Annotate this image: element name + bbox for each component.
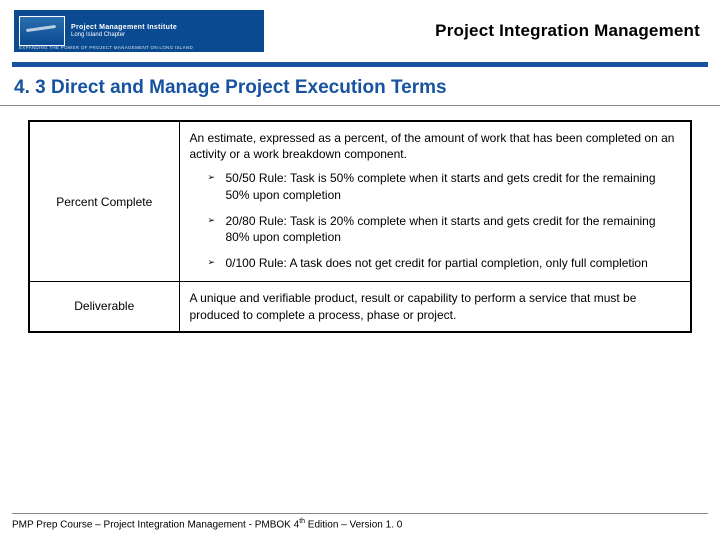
term-definition-text: An estimate, expressed as a percent, of …: [190, 130, 681, 162]
logo-tagline: EXPANDING THE POWER OF PROJECT MANAGEMEN…: [19, 45, 193, 50]
section-heading: 4. 3 Direct and Manage Project Execution…: [0, 67, 720, 105]
terms-table: Percent Complete An estimate, expressed …: [28, 120, 692, 333]
pmi-logo: Project Management Institute Long Island…: [14, 10, 264, 52]
logo-sub-text: Long Island Chapter: [71, 32, 177, 39]
term-label-deliverable: Deliverable: [29, 282, 179, 332]
section-divider: [0, 105, 720, 106]
logo-main-text: Project Management Institute: [71, 24, 177, 32]
page-title: Project Integration Management: [264, 21, 706, 41]
slide-footer: PMP Prep Course – Project Integration Ma…: [12, 513, 708, 530]
rule-list: 50/50 Rule: Task is 50% complete when it…: [190, 170, 681, 271]
footer-divider: [12, 513, 708, 514]
list-item: 0/100 Rule: A task does not get credit f…: [208, 255, 681, 271]
term-label-percent-complete: Percent Complete: [29, 121, 179, 282]
table-row: Deliverable A unique and verifiable prod…: [29, 282, 691, 332]
list-item: 20/80 Rule: Task is 20% complete when it…: [208, 213, 681, 245]
slide-header: Project Management Institute Long Island…: [0, 0, 720, 60]
term-definition-cell: A unique and verifiable product, result …: [179, 282, 691, 332]
footer-text-post: Edition – Version 1. 0: [305, 519, 402, 530]
term-definition-cell: An estimate, expressed as a percent, of …: [179, 121, 691, 282]
logo-text-block: Project Management Institute Long Island…: [71, 24, 177, 38]
list-item: 50/50 Rule: Task is 50% complete when it…: [208, 170, 681, 202]
footer-text: PMP Prep Course – Project Integration Ma…: [12, 518, 708, 530]
pmi-logo-badge-icon: [19, 16, 65, 46]
table-row: Percent Complete An estimate, expressed …: [29, 121, 691, 282]
footer-text-pre: PMP Prep Course – Project Integration Ma…: [12, 519, 299, 530]
